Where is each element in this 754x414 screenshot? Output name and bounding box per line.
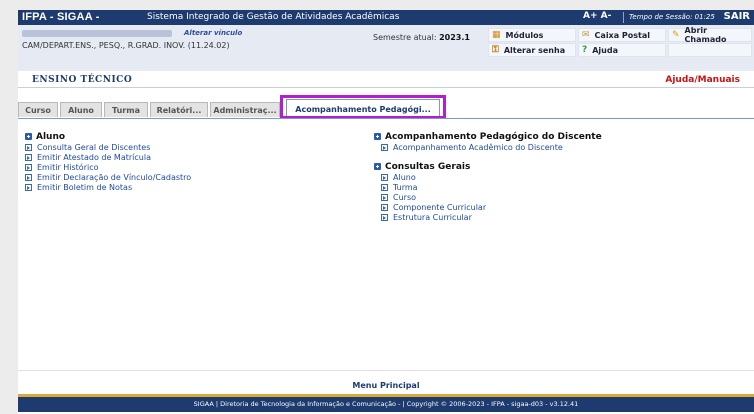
empty-slot bbox=[668, 43, 752, 57]
user-name-redacted bbox=[22, 30, 172, 37]
menu-item-label: Acompanhamento Acadêmico do Discente bbox=[393, 142, 563, 152]
group-header: Consultas Gerais bbox=[374, 161, 486, 172]
bullet-icon bbox=[25, 153, 32, 161]
menu-item[interactable]: Emitir Histórico bbox=[25, 162, 191, 172]
help-button[interactable]: ? Ajuda bbox=[578, 43, 666, 57]
menu-principal-bar: Menu Principal bbox=[18, 370, 754, 395]
help-manuals-link[interactable]: Ajuda/Manuais bbox=[665, 75, 740, 85]
modules-icon: ▦ bbox=[492, 30, 501, 40]
separator bbox=[623, 12, 624, 23]
mailbox-label: Caixa Postal bbox=[594, 30, 650, 40]
change-link[interactable]: Alterar vínculo bbox=[184, 29, 242, 37]
tab-relatorios[interactable]: Relatóri... bbox=[150, 102, 208, 117]
bullet-icon bbox=[25, 183, 32, 191]
tab-acompanhamento-pedagogico[interactable]: Acompanhamento Pedagógi... bbox=[286, 99, 440, 118]
menu-item-label: Aluno bbox=[393, 172, 416, 182]
menu-item[interactable]: Componente Curricular bbox=[374, 202, 486, 212]
group-title: Acompanhamento Pedagógico do Discente bbox=[385, 131, 602, 142]
exit-button[interactable]: SAIR bbox=[724, 11, 750, 22]
group-acompanhamento: Acompanhamento Pedagógico do Discente Ac… bbox=[374, 131, 602, 152]
department: CAM/DEPART.ENS., PESQ., R.GRAD. INOV. (1… bbox=[22, 41, 230, 50]
footer: SIGAA | Diretoria de Tecnologia da Infor… bbox=[18, 394, 754, 412]
modules-label: Módulos bbox=[505, 30, 544, 40]
group-title: Aluno bbox=[36, 131, 66, 142]
menu-item[interactable]: Emitir Boletim de Notas bbox=[25, 182, 191, 192]
bullet-icon bbox=[25, 143, 32, 151]
semester-info: Semestre atual: 2023.1 bbox=[373, 33, 470, 42]
session-timer: Tempo de Sessão: 01:25 bbox=[629, 13, 715, 21]
top-bar: IFPA - SIGAA - Sistema Integrado de Gest… bbox=[18, 10, 754, 25]
ticket-icon: ✎ bbox=[672, 30, 680, 40]
tab-administracao[interactable]: Administraç... bbox=[210, 102, 280, 117]
system-name: Sistema Integrado de Gestão de Atividade… bbox=[147, 12, 400, 22]
menu-item[interactable]: Acompanhamento Acadêmico do Discente bbox=[374, 142, 602, 152]
menu-item[interactable]: Estrutura Curricular bbox=[374, 212, 486, 222]
menu-item[interactable]: Emitir Declaração de Vínculo/Cadastro bbox=[25, 172, 191, 182]
open-ticket-button[interactable]: ✎ Abrir Chamado bbox=[668, 26, 752, 44]
menu-item-label: Turma bbox=[393, 182, 418, 192]
menu-item[interactable]: Consulta Geral de Discentes bbox=[25, 142, 191, 152]
group-header: Acompanhamento Pedagógico do Discente bbox=[374, 131, 602, 142]
bullet-icon bbox=[25, 173, 32, 181]
app-title: IFPA - SIGAA - bbox=[22, 11, 100, 23]
modules-button[interactable]: ▦ Módulos bbox=[488, 28, 576, 42]
tab-curso[interactable]: Curso bbox=[18, 102, 58, 117]
group-title: Consultas Gerais bbox=[385, 161, 471, 172]
menu-item[interactable]: Aluno bbox=[374, 172, 486, 182]
mailbox-button[interactable]: ✉ Caixa Postal bbox=[578, 28, 666, 42]
menu-item-label: Emitir Boletim de Notas bbox=[37, 182, 133, 192]
menu-item[interactable]: Curso bbox=[374, 192, 486, 202]
group-consultas-gerais: Consultas Gerais Aluno Turma Curso Compo… bbox=[374, 161, 486, 222]
section-header: ENSINO TÉCNICO Ajuda/Manuais bbox=[18, 71, 754, 88]
tab-bar: Curso Aluno Turma Relatóri... Administra… bbox=[18, 92, 754, 118]
bullet-icon bbox=[25, 163, 32, 171]
sigaa-window: IFPA - SIGAA - Sistema Integrado de Gest… bbox=[18, 10, 754, 414]
password-label: Alterar senha bbox=[503, 45, 566, 55]
bullet-icon bbox=[381, 203, 388, 211]
menu-item-label: Componente Curricular bbox=[393, 202, 487, 212]
help-icon: ? bbox=[582, 45, 588, 55]
semester-value: 2023.1 bbox=[439, 33, 470, 42]
menu-principal-link[interactable]: Menu Principal bbox=[18, 381, 754, 390]
font-size-controls[interactable]: A+ A- bbox=[583, 11, 611, 21]
menu-item[interactable]: Emitir Atestado de Matrícula bbox=[25, 152, 191, 162]
menu-item-label: Consulta Geral de Discentes bbox=[37, 142, 151, 152]
menu-item-label: Curso bbox=[393, 192, 417, 202]
change-password-button[interactable]: ⚿ Alterar senha bbox=[488, 43, 576, 57]
bullet-icon bbox=[381, 213, 388, 221]
tab-aluno[interactable]: Aluno bbox=[60, 102, 102, 117]
bullet-icon bbox=[381, 193, 388, 201]
menu-item-label: Estrutura Curricular bbox=[393, 212, 472, 222]
bullet-icon bbox=[381, 173, 388, 181]
tab-content-panel: Aluno Consulta Geral de Discentes Emitir… bbox=[18, 118, 754, 371]
expand-icon bbox=[25, 133, 32, 140]
menu-item[interactable]: Turma bbox=[374, 182, 486, 192]
menu-item-label: Emitir Atestado de Matrícula bbox=[37, 152, 151, 162]
bullet-icon bbox=[381, 143, 388, 151]
bullet-icon bbox=[381, 183, 388, 191]
semester-label: Semestre atual: bbox=[373, 33, 437, 42]
section-title: ENSINO TÉCNICO bbox=[32, 75, 133, 85]
menu-item-label: Emitir Histórico bbox=[37, 162, 99, 172]
tab-turma[interactable]: Turma bbox=[104, 102, 148, 117]
group-header: Aluno bbox=[25, 131, 191, 142]
ticket-label: Abrir Chamado bbox=[684, 26, 727, 44]
mailbox-icon: ✉ bbox=[582, 30, 590, 40]
expand-icon bbox=[374, 163, 381, 170]
user-info: Alterar vínculo CAM/DEPART.ENS., PESQ., … bbox=[18, 25, 754, 71]
group-aluno: Aluno Consulta Geral de Discentes Emitir… bbox=[25, 131, 191, 192]
help-label: Ajuda bbox=[592, 45, 618, 55]
menu-item-label: Emitir Declaração de Vínculo/Cadastro bbox=[37, 172, 192, 182]
password-icon: ⚿ bbox=[492, 45, 499, 55]
expand-icon bbox=[374, 133, 381, 140]
